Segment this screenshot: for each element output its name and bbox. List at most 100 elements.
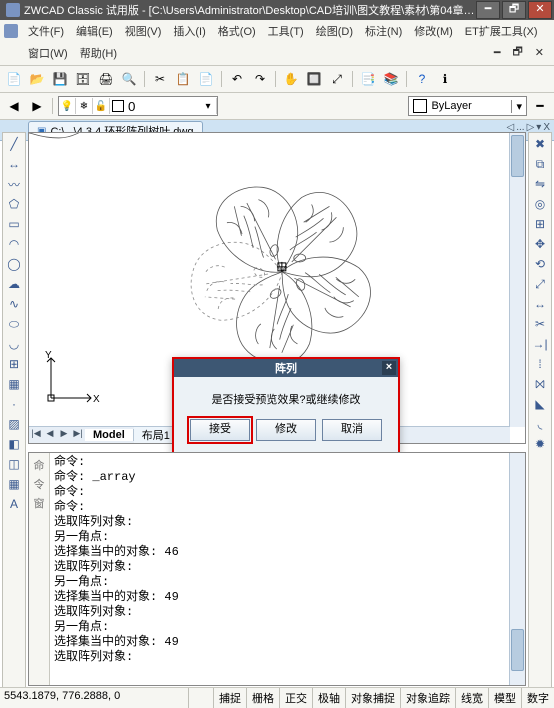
accept-button[interactable]: 接受 — [190, 419, 250, 441]
line-icon[interactable]: ╱ — [5, 135, 23, 153]
mdi-minimize-button[interactable]: ━ — [488, 44, 507, 61]
saveall-icon[interactable]: 🗄 — [73, 69, 93, 89]
gradient-icon[interactable]: ◧ — [5, 435, 23, 453]
layer-name-field[interactable] — [126, 98, 200, 114]
status-polar[interactable]: 极轴 — [312, 688, 345, 708]
fillet-icon[interactable]: ◟ — [531, 415, 549, 433]
layers-icon[interactable]: 📚 — [381, 69, 401, 89]
menu-insert[interactable]: 插入(I) — [167, 21, 211, 41]
about-icon[interactable]: ℹ — [435, 69, 455, 89]
zoom-extents-icon[interactable]: ⤢ — [327, 69, 347, 89]
help-icon[interactable]: ? — [412, 69, 432, 89]
polygon-icon[interactable]: ⬠ — [5, 195, 23, 213]
status-otrack[interactable]: 对象追踪 — [400, 688, 455, 708]
window-minimize-button[interactable]: ━ — [476, 1, 500, 19]
preview-icon[interactable]: 🔍 — [119, 69, 139, 89]
pan-icon[interactable]: ✋ — [281, 69, 301, 89]
rectangle-icon[interactable]: ▭ — [5, 215, 23, 233]
layer-dropdown[interactable]: 💡 ❄ 🔓 ▾ — [58, 96, 218, 116]
canvas-scrollbar-vertical[interactable] — [509, 133, 525, 427]
modify-button[interactable]: 修改 — [256, 419, 316, 441]
menu-dim[interactable]: 标注(N) — [359, 21, 408, 41]
region-icon[interactable]: ◫ — [5, 455, 23, 473]
status-grid[interactable]: 栅格 — [246, 688, 279, 708]
status-ortho[interactable]: 正交 — [279, 688, 312, 708]
layout-nav-prev-icon[interactable]: ◀ — [43, 428, 57, 442]
make-block-icon[interactable]: ▦ — [5, 375, 23, 393]
command-text-area[interactable]: 命令: 命令: _array 命令: 命令: 选取阵列对象: 另一角点: 选择集… — [50, 453, 509, 685]
mod-copy-icon[interactable]: ⧉ — [531, 155, 549, 173]
props-icon[interactable]: 📑 — [358, 69, 378, 89]
status-numpad[interactable]: 数字 — [521, 688, 554, 708]
menu-modify[interactable]: 修改(M) — [408, 21, 459, 41]
layout-nav-first-icon[interactable]: |◀ — [29, 428, 43, 442]
zoom-window-icon[interactable]: 🔲 — [304, 69, 324, 89]
array-icon[interactable]: ⊞ — [531, 215, 549, 233]
menu-view[interactable]: 视图(V) — [119, 21, 168, 41]
menu-format[interactable]: 格式(O) — [212, 21, 262, 41]
layer-dropdown-arrow-icon[interactable]: ▾ — [200, 98, 217, 114]
stretch-icon[interactable]: ↔ — [531, 295, 549, 313]
layer-prev-icon[interactable]: ◀ — [4, 96, 24, 116]
new-icon[interactable]: 📄 — [4, 69, 24, 89]
dialog-titlebar[interactable]: 阵列 × — [174, 359, 398, 377]
cancel-button[interactable]: 取消 — [322, 419, 382, 441]
status-model[interactable]: 模型 — [488, 688, 521, 708]
color-dropdown[interactable]: ByLayer ▾ — [408, 96, 527, 116]
scale-icon[interactable]: ⤢ — [531, 275, 549, 293]
menu-tools[interactable]: 工具(T) — [262, 21, 310, 41]
copy-icon[interactable]: 📋 — [173, 69, 193, 89]
table-icon[interactable]: ▦ — [5, 475, 23, 493]
point-icon[interactable]: · — [5, 395, 23, 413]
command-scrollbar-vertical[interactable] — [509, 453, 525, 685]
undo-icon[interactable]: ↶ — [227, 69, 247, 89]
dialog-close-button[interactable]: × — [382, 361, 396, 375]
menu-et[interactable]: ET扩展工具(X) — [459, 21, 544, 41]
status-lweight[interactable]: 线宽 — [455, 688, 488, 708]
mdi-restore-button[interactable]: 🗗 — [506, 41, 528, 64]
window-close-button[interactable]: ✕ — [528, 1, 552, 19]
print-icon[interactable]: 🖨 — [96, 69, 116, 89]
menu-draw[interactable]: 绘图(D) — [310, 21, 359, 41]
paste-icon[interactable]: 📄 — [196, 69, 216, 89]
layout-nav-last-icon[interactable]: ▶| — [71, 428, 85, 442]
status-snap[interactable]: 捕捉 — [213, 688, 246, 708]
window-restore-button[interactable]: 🗗 — [502, 1, 526, 19]
mirror-icon[interactable]: ⇋ — [531, 175, 549, 193]
layout-tab-model[interactable]: Model — [85, 429, 134, 441]
polyline-icon[interactable]: 〰 — [5, 175, 23, 193]
spline-icon[interactable]: ∿ — [5, 295, 23, 313]
status-osnap[interactable]: 对象捕捉 — [345, 688, 400, 708]
circle-icon[interactable]: ◯ — [5, 255, 23, 273]
ellipse-icon[interactable]: ⬭ — [5, 315, 23, 333]
cut-icon[interactable]: ✂ — [150, 69, 170, 89]
extend-icon[interactable]: →| — [531, 335, 549, 353]
menu-file[interactable]: 文件(F) — [22, 21, 70, 41]
menu-help[interactable]: 帮助(H) — [74, 43, 123, 63]
hatch-icon[interactable]: ▨ — [5, 415, 23, 433]
insert-block-icon[interactable]: ⊞ — [5, 355, 23, 373]
rotate-icon[interactable]: ⟲ — [531, 255, 549, 273]
open-icon[interactable]: 📂 — [27, 69, 47, 89]
trim-icon[interactable]: ✂ — [531, 315, 549, 333]
save-icon[interactable]: 💾 — [50, 69, 70, 89]
redo-icon[interactable]: ↷ — [250, 69, 270, 89]
erase-icon[interactable]: ✖ — [531, 135, 549, 153]
ellipse-arc-icon[interactable]: ◡ — [5, 335, 23, 353]
explode-icon[interactable]: ✹ — [531, 435, 549, 453]
break-icon[interactable]: ⁞ — [531, 355, 549, 373]
layer-states-icon[interactable]: ▶ — [27, 96, 47, 116]
layout-nav-next-icon[interactable]: ▶ — [57, 428, 71, 442]
arc-icon[interactable]: ◠ — [5, 235, 23, 253]
color-dropdown-arrow-icon[interactable]: ▾ — [511, 100, 526, 113]
join-icon[interactable]: ⨝ — [531, 375, 549, 393]
offset-icon[interactable]: ◎ — [531, 195, 549, 213]
text-icon[interactable]: A — [5, 495, 23, 513]
mdi-close-button[interactable]: ✕ — [529, 44, 550, 61]
revcloud-icon[interactable]: ☁ — [5, 275, 23, 293]
chamfer-icon[interactable]: ◣ — [531, 395, 549, 413]
xline-icon[interactable]: ↔ — [5, 155, 23, 173]
menu-edit[interactable]: 编辑(E) — [70, 21, 119, 41]
move-icon[interactable]: ✥ — [531, 235, 549, 253]
menu-window[interactable]: 窗口(W) — [22, 43, 74, 63]
